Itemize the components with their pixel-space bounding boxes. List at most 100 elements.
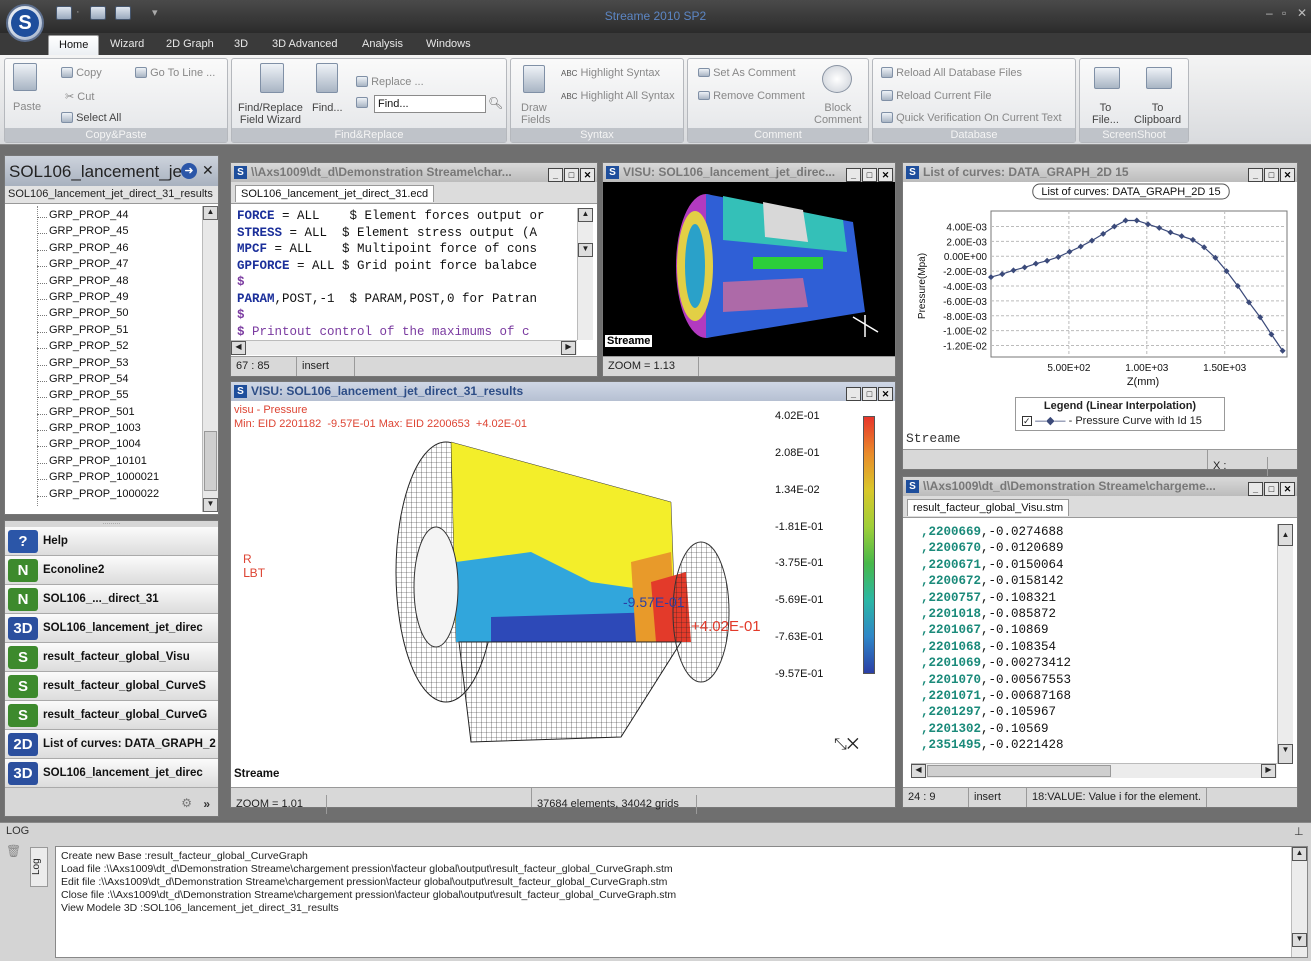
curves-titlebar[interactable]: S List of curves: DATA_GRAPH_2D 15 _ □ ✕ (903, 163, 1297, 182)
scroll-up-icon[interactable]: ▲ (203, 206, 218, 220)
nav-item[interactable]: 3D SOL106_lancement_jet_direc (5, 614, 218, 643)
goto-line-button[interactable]: Go To Line ... (135, 67, 215, 79)
tree-item[interactable]: GRP_PROP_52 (5, 340, 203, 356)
minimize-icon[interactable]: _ (548, 168, 563, 182)
close-icon[interactable]: ✕ (1280, 168, 1295, 182)
maximize-icon[interactable]: □ (1264, 482, 1279, 496)
pin-icon[interactable]: ⊥ (1294, 825, 1304, 838)
nav-item[interactable]: ? Help (5, 527, 218, 556)
cut-button[interactable]: ✂ Cut (65, 90, 94, 103)
tab-3d[interactable]: 3D (224, 35, 258, 55)
tree-scrollbar[interactable]: ▲ ▼ (202, 206, 218, 512)
scroll-down-icon[interactable]: ▼ (203, 498, 218, 512)
maximize-icon[interactable]: □ (564, 168, 579, 182)
result-hscroll[interactable]: ◀ ▶ (911, 763, 1277, 778)
close-icon[interactable]: ✕ (1280, 482, 1295, 496)
select-all-button[interactable]: Select All (61, 112, 121, 124)
close-icon[interactable]: ✕ (878, 168, 893, 182)
scroll-down-icon[interactable]: ▼ (578, 243, 593, 257)
scroll-left-icon[interactable]: ◀ (911, 764, 926, 778)
tree-item[interactable]: GRP_PROP_55 (5, 389, 203, 405)
to-clipboard-button[interactable]: To Clipboard (1134, 102, 1181, 126)
tab-2d-graph[interactable]: 2D Graph (156, 35, 224, 55)
find-input[interactable]: Find... (374, 95, 486, 113)
scroll-right-icon[interactable]: ▶ (561, 341, 576, 355)
find-go-icon[interactable]: 🔍︎ (488, 96, 503, 110)
find-replace-wizard-icon[interactable] (260, 63, 284, 96)
tree-item[interactable]: GRP_PROP_49 (5, 291, 203, 307)
maximize-icon[interactable]: □ (862, 168, 877, 182)
tree-item[interactable]: GRP_PROP_51 (5, 324, 203, 340)
visu-small-titlebar[interactable]: S VISU: SOL106_lancement_jet_direc... _ □… (603, 163, 895, 182)
close-icon[interactable]: ✕ (878, 387, 893, 401)
app-menu-button[interactable]: S (6, 4, 44, 42)
legend-entry[interactable]: ✓ —◆— - Pressure Curve with Id 15 (1022, 414, 1224, 427)
find-big-icon[interactable] (316, 63, 338, 96)
close-icon[interactable]: ✕ (1297, 6, 1307, 20)
highlight-all-syntax-button[interactable]: ABC Highlight All Syntax (561, 90, 675, 102)
tree-item[interactable]: GRP_PROP_47 (5, 258, 203, 274)
tab-windows[interactable]: Windows (416, 35, 481, 55)
nav-item[interactable]: Sresult_facteur_global_Visu (5, 643, 218, 672)
model-3d-thumbnail[interactable] (603, 182, 895, 354)
code-editor[interactable]: FORCE = ALL $ Element forces output or ST… (237, 208, 577, 340)
paste-button[interactable] (13, 63, 41, 95)
pressure-chart[interactable]: List of curves: DATA_GRAPH_2D 15 4.00E-03… (903, 183, 1297, 398)
block-comment-button[interactable]: Block Comment (814, 102, 862, 126)
highlight-syntax-button[interactable]: ABC Highlight Syntax (561, 67, 660, 79)
find-button[interactable]: Find... (312, 102, 343, 114)
log-vscroll[interactable]: ▲ ▼ (1291, 847, 1307, 957)
minimize-icon[interactable]: – (1266, 6, 1273, 20)
nav-item[interactable]: N SOL106_..._direct_31 (5, 585, 218, 614)
quick-verification-button[interactable]: Quick Verification On Current Text (881, 112, 1062, 124)
reload-current-button[interactable]: Reload Current File (881, 90, 991, 102)
tree-item[interactable]: GRP_PROP_1000021 (5, 471, 203, 487)
camera-file-icon[interactable] (1094, 67, 1120, 92)
block-comment-icon[interactable] (822, 65, 852, 93)
copy-button[interactable]: Copy (61, 67, 102, 79)
nav-item[interactable]: N Econoline2 (5, 556, 218, 585)
model-tree-tab[interactable]: SOL106_lancement_jet_direct_31_results (5, 186, 218, 204)
to-file-button[interactable]: To File... (1092, 102, 1119, 126)
navigate-icon[interactable]: ➜ (181, 163, 197, 179)
legend-checkbox[interactable]: ✓ (1022, 416, 1032, 426)
draw-fields-icon[interactable] (523, 65, 545, 96)
scroll-down-icon[interactable]: ▼ (1292, 933, 1307, 947)
scroll-right-icon[interactable]: ▶ (1261, 764, 1276, 778)
result-vscroll[interactable]: ▲ ▼ (1277, 524, 1293, 764)
scroll-up-icon[interactable]: ▲ (578, 208, 593, 222)
tab-3d-advanced[interactable]: 3D Advanced (262, 35, 347, 55)
tree-item[interactable]: GRP_PROP_1003 (5, 422, 203, 438)
log-text[interactable]: Create new Base :result_facteur_global_C… (55, 846, 1308, 958)
find-replace-wizard-button[interactable]: Find/Replace Field Wizard (238, 102, 303, 126)
tree-item[interactable]: GRP_PROP_48 (5, 275, 203, 291)
editor-hscroll[interactable]: ◀ ▶ (231, 340, 577, 355)
trash-icon[interactable]: 🗑︎ (6, 844, 21, 858)
editor-tab[interactable]: SOL106_lancement_jet_direct_31.ecd (235, 185, 435, 202)
tree-item[interactable]: GRP_PROP_53 (5, 357, 203, 373)
draw-fields-button[interactable]: Draw Fields (521, 102, 550, 126)
nav-expand-icon[interactable]: » (203, 797, 210, 811)
minimize-icon[interactable]: _ (846, 168, 861, 182)
result-tab[interactable]: result_facteur_global_Visu.stm (907, 499, 1070, 516)
result-text[interactable]: ,2200669,-0.0274688,2200670,-0.0120689,2… (921, 524, 1273, 762)
hscroll-thumb[interactable] (927, 765, 1111, 777)
scroll-up-icon[interactable]: ▲ (1278, 524, 1293, 546)
model-3d-view[interactable] (231, 432, 791, 772)
reload-all-button[interactable]: Reload All Database Files (881, 67, 1022, 79)
tab-home[interactable]: Home (48, 35, 100, 55)
result-titlebar[interactable]: S \\Axs1009\dt_d\Demonstration Streame\c… (903, 477, 1297, 496)
close-icon[interactable]: ✕ (580, 168, 595, 182)
camera-clipboard-icon[interactable] (1146, 67, 1172, 92)
minimize-icon[interactable]: _ (1248, 482, 1263, 496)
tab-analysis[interactable]: Analysis (352, 35, 413, 55)
editor-vscroll[interactable]: ▲ ▼ (577, 208, 593, 340)
minimize-icon[interactable]: _ (1248, 168, 1263, 182)
nav-item[interactable]: Sresult_facteur_global_CurveS (5, 672, 218, 701)
maximize-icon[interactable]: □ (862, 387, 877, 401)
minimize-icon[interactable]: _ (846, 387, 861, 401)
nav-config-icon[interactable]: ⚙ (181, 796, 192, 810)
tree-item[interactable]: GRP_PROP_54 (5, 373, 203, 389)
scroll-thumb[interactable] (204, 431, 217, 491)
tree-item[interactable]: GRP_PROP_50 (5, 307, 203, 323)
